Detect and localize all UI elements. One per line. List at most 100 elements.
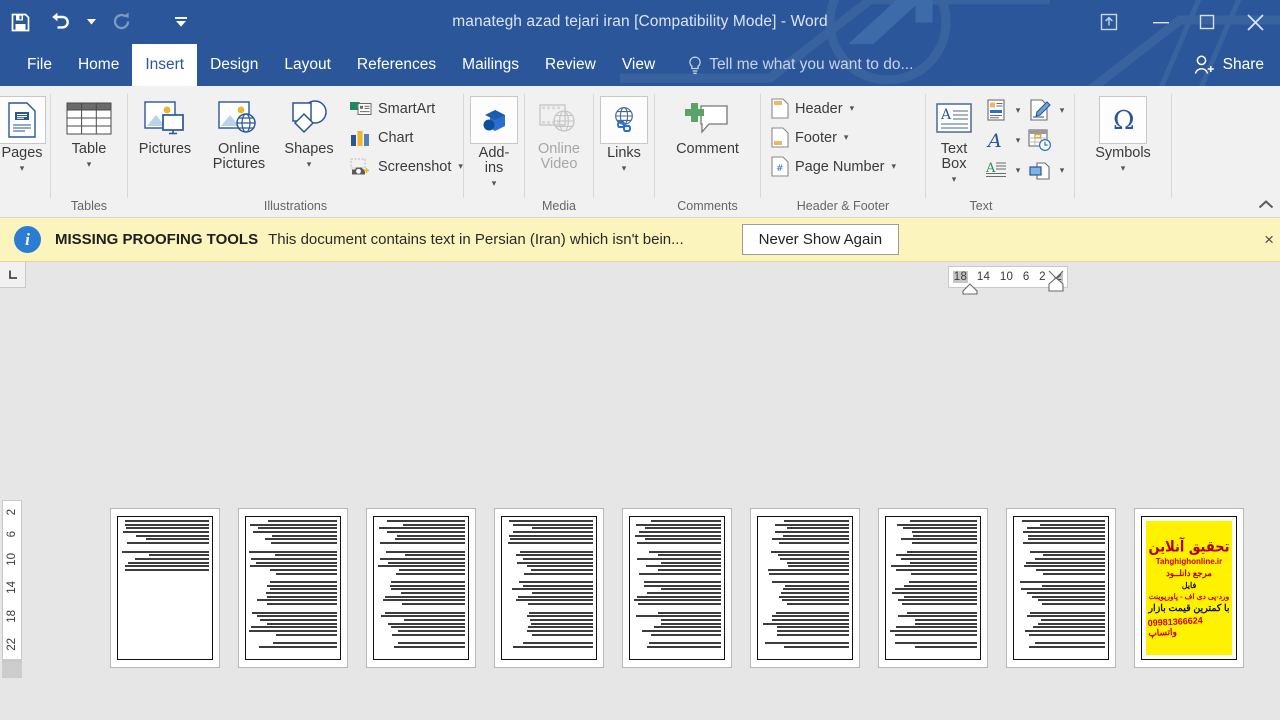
page-text-lines xyxy=(249,520,337,656)
page-text-lines xyxy=(121,520,209,656)
ribbon-group-symbols: Ω Symbols ▾ xyxy=(1075,86,1171,218)
smartart-button[interactable]: SmartArt xyxy=(346,94,467,123)
page-thumbnail[interactable] xyxy=(1006,508,1116,668)
ribbon-group-links: Links ▾ xyxy=(594,86,654,218)
tab-file[interactable]: File xyxy=(14,44,65,86)
chevron-down-icon[interactable]: ▾ xyxy=(1013,165,1023,176)
new-comment-button[interactable]: Comment xyxy=(660,92,756,157)
page-thumbnail[interactable] xyxy=(110,508,220,668)
message-bar-close-button[interactable]: × xyxy=(1264,230,1274,250)
quick-parts-button[interactable] xyxy=(982,97,1010,123)
left-indent-marker[interactable] xyxy=(962,283,978,295)
close-button[interactable] xyxy=(1230,0,1280,44)
tell-me-box[interactable]: Tell me what you want to do... xyxy=(668,44,913,86)
ribbon-display-icon xyxy=(1099,12,1119,32)
chart-button[interactable]: Chart xyxy=(346,123,467,152)
online-video-label: Online Video xyxy=(538,142,580,172)
object-icon xyxy=(1029,159,1051,181)
chevron-down-icon[interactable]: ▾ xyxy=(1057,105,1067,116)
ribbon-group-addins: Add- ins ▾ xyxy=(464,86,524,218)
chevron-down-icon: ▾ xyxy=(1121,163,1126,173)
page-thumbnail[interactable] xyxy=(878,508,988,668)
ruler-tick: 14 xyxy=(6,581,18,594)
page-number-button[interactable]: # Page Number ▾ xyxy=(767,152,900,181)
drop-cap-button[interactable]: A xyxy=(982,157,1010,183)
tab-design[interactable]: Design xyxy=(197,44,271,86)
share-button[interactable]: Share xyxy=(1182,44,1280,86)
object-button[interactable] xyxy=(1026,157,1054,183)
header-button[interactable]: Header ▾ xyxy=(767,94,900,123)
tab-home[interactable]: Home xyxy=(65,44,132,86)
tab-mailings[interactable]: Mailings xyxy=(449,44,532,86)
ribbon-group-label-illustrations: Illustrations xyxy=(128,198,463,218)
chevron-down-icon: ▾ xyxy=(952,174,957,184)
page-thumbnail-advertisement[interactable]: تحقیق آنلاین Tahghighonline.ir مرجع دانل… xyxy=(1134,508,1244,668)
tab-insert[interactable]: Insert xyxy=(132,44,197,86)
signature-line-button[interactable] xyxy=(1026,97,1054,123)
chevron-down-icon[interactable]: ▾ xyxy=(1013,105,1023,116)
tab-stop-selector[interactable] xyxy=(0,262,26,288)
ruler-tick: 6 xyxy=(6,531,18,537)
chevron-down-icon: ▾ xyxy=(87,159,92,169)
page-thumbnail[interactable] xyxy=(750,508,860,668)
chevron-down-icon[interactable]: ▾ xyxy=(1057,165,1067,176)
add-ins-button[interactable]: Add- ins ▾ xyxy=(466,92,522,188)
table-button[interactable]: Table ▾ xyxy=(61,92,117,169)
footer-button[interactable]: Footer ▾ xyxy=(767,123,900,152)
new-comment-label: Comment xyxy=(676,142,739,157)
page-thumbnail[interactable] xyxy=(494,508,604,668)
wordart-button[interactable]: A xyxy=(982,127,1010,153)
ribbon-display-options-button[interactable] xyxy=(1080,0,1138,44)
page-thumbnail[interactable] xyxy=(622,508,732,668)
ribbon-group-label-links xyxy=(594,198,654,218)
add-ins-label: Add- ins xyxy=(479,146,510,176)
table-label: Table xyxy=(72,142,107,157)
pictures-button[interactable]: Pictures xyxy=(128,92,202,157)
page-thumbnail[interactable] xyxy=(366,508,476,668)
advertisement-banner: تحقیق آنلاین Tahghighonline.ir مرجع دانل… xyxy=(1146,521,1232,655)
pictures-icon xyxy=(143,96,187,142)
minimize-icon xyxy=(1152,15,1170,29)
page-thumbnail[interactable] xyxy=(238,508,348,668)
tab-review[interactable]: Review xyxy=(532,44,609,86)
tab-list: File Home Insert Design Layout Reference… xyxy=(0,44,1280,86)
tab-view[interactable]: View xyxy=(609,44,668,86)
svg-text:Ω: Ω xyxy=(1113,106,1135,136)
tab-stop-left-icon xyxy=(7,269,19,281)
minimize-button[interactable] xyxy=(1138,0,1184,44)
ribbon-group-pages: Pages ▾ xyxy=(0,86,50,218)
ruler-tick: 18 xyxy=(6,610,18,623)
right-indent-marker[interactable] xyxy=(1048,270,1064,292)
tab-references[interactable]: References xyxy=(344,44,449,86)
scroll-thumb[interactable] xyxy=(2,662,22,678)
links-button[interactable]: Links ▾ xyxy=(596,92,652,173)
chart-label: Chart xyxy=(378,130,413,146)
page-thumbnail-strip: تحقیق آنلاین Tahghighonline.ir مرجع دانل… xyxy=(110,508,1244,668)
never-show-again-button[interactable]: Never Show Again xyxy=(742,224,899,255)
page-text-lines xyxy=(633,520,721,656)
links-icon xyxy=(600,96,648,144)
shapes-button[interactable]: Shapes ▾ xyxy=(276,92,342,169)
vertical-ruler[interactable]: 2 6 10 14 18 22 xyxy=(2,500,22,660)
omega-icon: Ω xyxy=(1099,96,1147,144)
symbols-button[interactable]: Ω Symbols ▾ xyxy=(1080,92,1166,173)
share-person-icon xyxy=(1194,55,1215,75)
online-pictures-button[interactable]: Online Pictures xyxy=(202,92,276,172)
screenshot-button[interactable]: Screenshot ▾ xyxy=(346,152,467,181)
text-box-button[interactable]: A Text Box ▾ xyxy=(926,92,982,184)
collapse-ribbon-button[interactable] xyxy=(1258,198,1274,213)
tab-layout[interactable]: Layout xyxy=(271,44,344,86)
smartart-icon xyxy=(350,100,372,118)
svg-text:A: A xyxy=(986,130,1002,151)
chevron-down-icon: ▾ xyxy=(844,132,849,143)
restore-button[interactable] xyxy=(1184,0,1230,44)
pages-button[interactable]: Pages ▾ xyxy=(0,92,50,173)
text-box-label: Text Box xyxy=(941,142,968,172)
online-video-button[interactable]: Online Video xyxy=(528,92,590,172)
ribbon-group-label-header-footer: Header & Footer xyxy=(761,198,925,218)
date-time-button[interactable] xyxy=(1026,127,1054,153)
chevron-down-icon[interactable]: ▾ xyxy=(1013,135,1023,146)
message-bar: i MISSING PROOFING TOOLS This document c… xyxy=(0,218,1280,262)
ribbon-group-label-comments: Comments xyxy=(655,198,760,218)
page-number-icon: # xyxy=(771,156,789,177)
